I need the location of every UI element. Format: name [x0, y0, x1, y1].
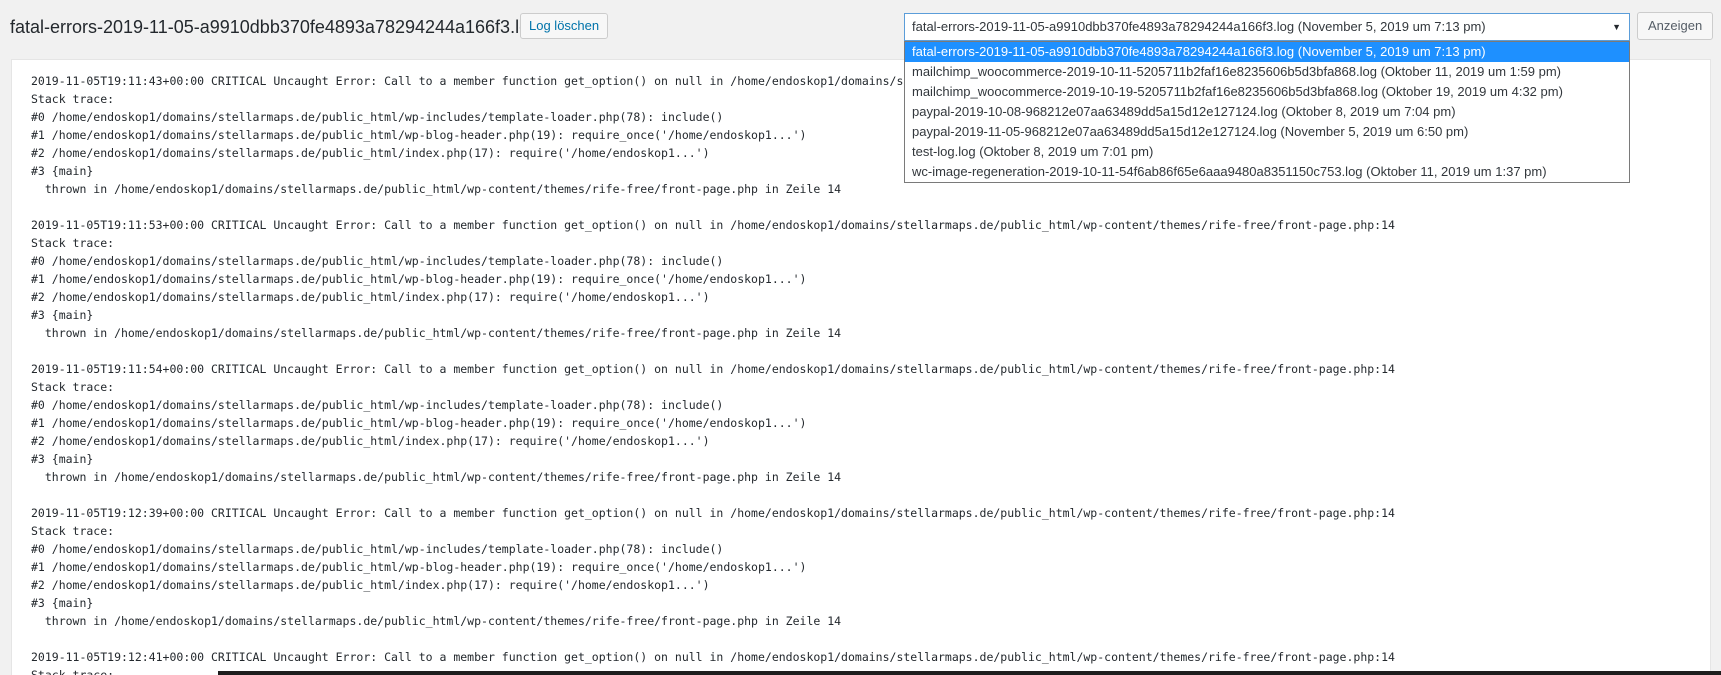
log-line: #3 {main} — [31, 308, 94, 322]
log-file-select[interactable]: fatal-errors-2019-11-05-a9910dbb370fe489… — [904, 13, 1630, 41]
log-line: #2 /home/endoskop1/domains/stellarmaps.d… — [31, 434, 710, 448]
dropdown-option[interactable]: mailchimp_woocommerce-2019-10-19-5205711… — [905, 82, 1629, 102]
log-line: #3 {main} — [31, 452, 94, 466]
log-line: thrown in /home/endoskop1/domains/stella… — [31, 470, 842, 484]
dropdown-option[interactable]: test-log.log (Oktober 8, 2019 um 7:01 pm… — [905, 142, 1629, 162]
bottom-bar — [218, 671, 1721, 675]
dropdown-option[interactable]: wc-image-regeneration-2019-10-11-54f6ab8… — [905, 162, 1629, 182]
log-line: 2019-11-05T19:12:39+00:00 CRITICAL Uncau… — [31, 506, 1395, 520]
log-entry-spacer — [31, 198, 1710, 216]
log-line: 2019-11-05T19:12:41+00:00 CRITICAL Uncau… — [31, 650, 1395, 664]
log-file-dropdown-list: fatal-errors-2019-11-05-a9910dbb370fe489… — [904, 41, 1630, 183]
dropdown-option[interactable]: paypal-2019-10-08-968212e07aa63489dd5a15… — [905, 102, 1629, 122]
triangle-down-icon: ▼ — [1612, 22, 1621, 32]
log-line: #0 /home/endoskop1/domains/stellarmaps.d… — [31, 398, 724, 412]
log-line: Stack trace: — [31, 236, 115, 250]
log-file-title: fatal-errors-2019-11-05-a9910dbb370fe489… — [10, 17, 540, 37]
log-line: Stack trace: — [31, 380, 115, 394]
dropdown-option[interactable]: paypal-2019-11-05-968212e07aa63489dd5a15… — [905, 122, 1629, 142]
log-line: #1 /home/endoskop1/domains/stellarmaps.d… — [31, 560, 807, 574]
log-line: #3 {main} — [31, 596, 94, 610]
log-line: 2019-11-05T19:11:54+00:00 CRITICAL Uncau… — [31, 362, 1395, 376]
delete-log-button[interactable]: Log löschen — [520, 13, 609, 39]
log-line: thrown in /home/endoskop1/domains/stella… — [31, 326, 842, 340]
log-entry-spacer — [31, 630, 1710, 648]
log-entry-spacer — [31, 342, 1710, 360]
log-line: #0 /home/endoskop1/domains/stellarmaps.d… — [31, 254, 724, 268]
log-line: Stack trace: — [31, 524, 115, 538]
show-log-button[interactable]: Anzeigen — [1637, 12, 1714, 40]
log-entry-spacer — [31, 486, 1710, 504]
dropdown-option[interactable]: mailchimp_woocommerce-2019-10-11-5205711… — [905, 62, 1629, 82]
log-file-select-value: fatal-errors-2019-11-05-a9910dbb370fe489… — [912, 19, 1486, 34]
log-line: #0 /home/endoskop1/domains/stellarmaps.d… — [31, 542, 724, 556]
log-line: #1 /home/endoskop1/domains/stellarmaps.d… — [31, 272, 807, 286]
log-line: #1 /home/endoskop1/domains/stellarmaps.d… — [31, 416, 807, 430]
log-line: 2019-11-05T19:11:53+00:00 CRITICAL Uncau… — [31, 218, 1395, 232]
log-line: thrown in /home/endoskop1/domains/stella… — [31, 614, 842, 628]
log-line: #2 /home/endoskop1/domains/stellarmaps.d… — [31, 290, 710, 304]
log-line: #2 /home/endoskop1/domains/stellarmaps.d… — [31, 578, 710, 592]
dropdown-option[interactable]: fatal-errors-2019-11-05-a9910dbb370fe489… — [905, 42, 1629, 62]
